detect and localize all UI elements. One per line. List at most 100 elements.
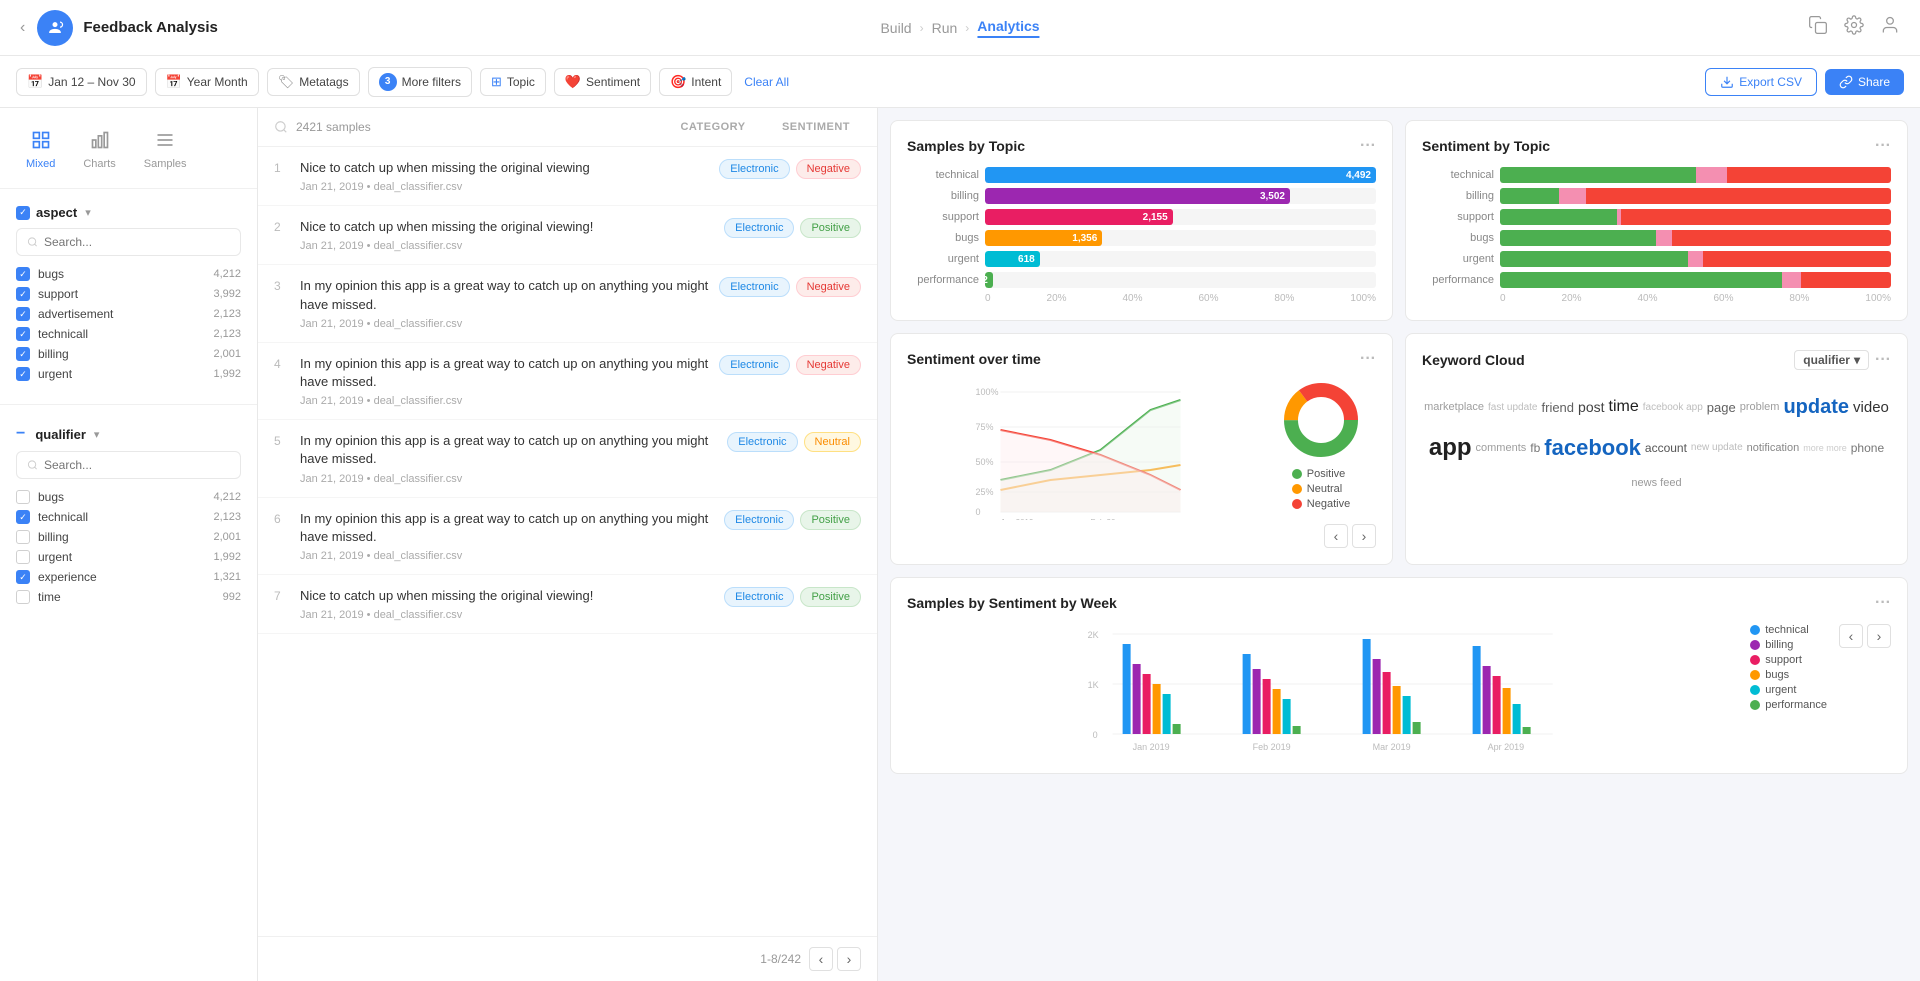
qualifier-item[interactable]: ✓ technicall 2,123 — [16, 507, 241, 527]
sentiment-tag[interactable]: Neutral — [804, 432, 861, 452]
back-button[interactable]: ‹ — [20, 19, 25, 37]
sentiment-tag[interactable]: Positive — [800, 587, 861, 607]
filter-checkbox[interactable] — [16, 590, 30, 604]
sentiment-tag[interactable]: Negative — [796, 159, 861, 179]
qualifier-arrow[interactable]: ▾ — [94, 428, 100, 441]
topic-filter[interactable]: ⊞ Topic — [480, 68, 546, 96]
keyword-word[interactable]: more more — [1803, 443, 1847, 453]
qualifier-item[interactable]: bugs 4,212 — [16, 487, 241, 507]
filter-checkbox[interactable]: ✓ — [16, 347, 30, 361]
qualifier-select[interactable]: qualifier ▾ — [1794, 350, 1869, 370]
filter-checkbox[interactable] — [16, 550, 30, 564]
clear-all-button[interactable]: Clear All — [744, 75, 789, 89]
nav-run[interactable]: Run — [932, 20, 958, 36]
keyword-word[interactable]: video — [1853, 399, 1889, 416]
keyword-word[interactable]: facebook app — [1643, 402, 1703, 413]
filter-checkbox[interactable]: ✓ — [16, 307, 30, 321]
export-csv-button[interactable]: Export CSV — [1705, 68, 1817, 96]
aspect-item[interactable]: ✓ urgent 1,992 — [16, 364, 241, 384]
category-tag[interactable]: Electronic — [724, 218, 794, 238]
category-tag[interactable]: Electronic — [724, 587, 794, 607]
sentiment-filter[interactable]: ❤️ Sentiment — [554, 68, 651, 96]
keyword-word[interactable]: friend — [1542, 400, 1575, 415]
keyword-word[interactable]: problem — [1740, 401, 1780, 413]
keyword-word[interactable]: account — [1645, 441, 1687, 455]
keyword-word[interactable]: fast update — [1488, 402, 1537, 413]
qualifier-item[interactable]: billing 2,001 — [16, 527, 241, 547]
aspect-item[interactable]: ✓ advertisement 2,123 — [16, 304, 241, 324]
filter-checkbox[interactable] — [16, 530, 30, 544]
category-tag[interactable]: Electronic — [719, 355, 789, 375]
aspect-item[interactable]: ✓ bugs 4,212 — [16, 264, 241, 284]
next-page-button[interactable]: › — [837, 947, 861, 971]
prev-page-button[interactable]: ‹ — [809, 947, 833, 971]
keyword-word[interactable]: fb — [1530, 441, 1540, 455]
nav-build[interactable]: Build — [880, 20, 911, 36]
sidebar-tab-mixed[interactable]: Mixed — [12, 124, 69, 176]
keyword-word[interactable]: app — [1429, 434, 1472, 462]
keyword-word[interactable]: notification — [1747, 442, 1800, 454]
filter-checkbox[interactable]: ✓ — [16, 287, 30, 301]
sidebar-tab-charts[interactable]: Charts — [69, 124, 129, 176]
year-month-filter[interactable]: 📅 Year Month — [155, 68, 259, 96]
keyword-word[interactable]: comments — [1476, 442, 1527, 454]
sentiment-tag[interactable]: Positive — [800, 218, 861, 238]
time-next-button[interactable]: › — [1352, 524, 1376, 548]
sentiment-tag[interactable]: Positive — [800, 510, 861, 530]
intent-filter[interactable]: 🎯 Intent — [659, 68, 732, 96]
sentiment-over-time-more[interactable]: ··· — [1360, 350, 1376, 368]
share-button[interactable]: Share — [1825, 69, 1904, 95]
sentiment-by-week-more[interactable]: ··· — [1875, 594, 1891, 612]
time-prev-button[interactable]: ‹ — [1324, 524, 1348, 548]
aspect-item[interactable]: ✓ technicall 2,123 — [16, 324, 241, 344]
filter-checkbox[interactable]: ✓ — [16, 367, 30, 381]
keyword-word[interactable]: post — [1578, 399, 1604, 415]
category-tag[interactable]: Electronic — [724, 510, 794, 530]
nav-analytics[interactable]: Analytics — [977, 18, 1039, 38]
keyword-word[interactable]: phone — [1851, 441, 1884, 455]
keyword-word[interactable]: new update — [1691, 442, 1743, 453]
filter-checkbox[interactable]: ✓ — [16, 267, 30, 281]
keyword-word[interactable]: update — [1783, 396, 1849, 419]
qualifier-item[interactable]: time 992 — [16, 587, 241, 607]
qualifier-minus[interactable]: − — [16, 425, 25, 443]
keyword-word[interactable]: page — [1707, 400, 1736, 415]
category-tag[interactable]: Electronic — [727, 432, 797, 452]
sentiment-by-topic-more[interactable]: ··· — [1875, 137, 1891, 155]
aspect-arrow[interactable]: ▾ — [85, 206, 91, 219]
aspect-search-input[interactable] — [44, 235, 230, 249]
table-row[interactable]: 3 In my opinion this app is a great way … — [258, 265, 877, 342]
settings-icon[interactable] — [1844, 15, 1864, 40]
qualifier-search-input[interactable] — [44, 458, 230, 472]
qualifier-item[interactable]: urgent 1,992 — [16, 547, 241, 567]
category-tag[interactable]: Electronic — [719, 277, 789, 297]
sentiment-tag[interactable]: Negative — [796, 355, 861, 375]
sentiment-tag[interactable]: Negative — [796, 277, 861, 297]
table-row[interactable]: 2 Nice to catch up when missing the orig… — [258, 206, 877, 265]
table-row[interactable]: 4 In my opinion this app is a great way … — [258, 343, 877, 420]
date-range-filter[interactable]: 📅 Jan 12 – Nov 30 — [16, 68, 147, 96]
sidebar-tab-samples[interactable]: Samples — [130, 124, 201, 176]
aspect-item[interactable]: ✓ billing 2,001 — [16, 344, 241, 364]
samples-by-topic-more[interactable]: ··· — [1360, 137, 1376, 155]
category-tag[interactable]: Electronic — [719, 159, 789, 179]
keyword-word[interactable]: facebook — [1544, 435, 1641, 461]
week-prev-button[interactable]: ‹ — [1839, 624, 1863, 648]
qualifier-item[interactable]: ✓ experience 1,321 — [16, 567, 241, 587]
table-row[interactable]: 1 Nice to catch up when missing the orig… — [258, 147, 877, 206]
aspect-item[interactable]: ✓ support 3,992 — [16, 284, 241, 304]
table-row[interactable]: 7 Nice to catch up when missing the orig… — [258, 575, 877, 634]
keyword-word[interactable]: news feed — [1631, 477, 1681, 489]
keyword-cloud-more[interactable]: ··· — [1875, 351, 1891, 369]
filter-checkbox[interactable]: ✓ — [16, 510, 30, 524]
metatags-filter[interactable]: 🏷 Metatags — [267, 68, 360, 96]
filter-checkbox[interactable]: ✓ — [16, 570, 30, 584]
user-icon[interactable] — [1880, 15, 1900, 40]
table-row[interactable]: 5 In my opinion this app is a great way … — [258, 420, 877, 497]
filter-checkbox[interactable]: ✓ — [16, 327, 30, 341]
keyword-word[interactable]: time — [1609, 398, 1639, 416]
keyword-word[interactable]: marketplace — [1424, 401, 1484, 413]
more-filters-filter[interactable]: 3 More filters — [368, 67, 472, 97]
table-row[interactable]: 6 In my opinion this app is a great way … — [258, 498, 877, 575]
filter-checkbox[interactable] — [16, 490, 30, 504]
